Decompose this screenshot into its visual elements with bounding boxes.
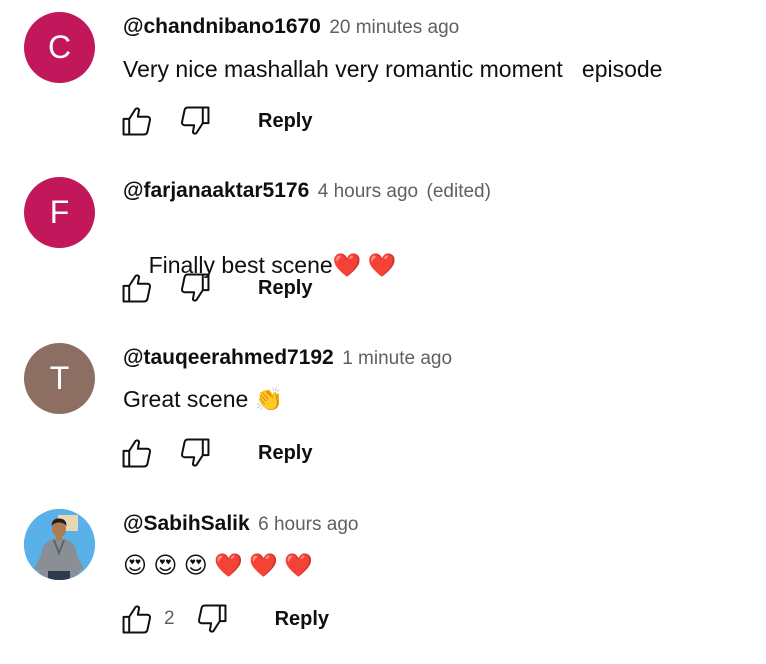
thumbs-down-icon xyxy=(181,438,210,467)
comment-author[interactable]: @tauqeerahmed7192 xyxy=(123,346,334,369)
like-count: 2 xyxy=(164,608,175,629)
avatar[interactable] xyxy=(24,509,95,580)
comment-time[interactable]: 1 minute ago xyxy=(342,348,452,369)
comment-actions: Reply xyxy=(120,103,312,139)
avatar[interactable]: T xyxy=(24,343,95,414)
reply-button[interactable]: Reply xyxy=(258,442,312,465)
comment-item: T @tauqeerahmed7192 1 minute ago Great s… xyxy=(0,332,766,498)
comment-header: @farjanaaktar5176 4 hours ago (edited) xyxy=(123,178,491,206)
comment-text: 😍 😍 😍 ❤️ ❤️ ❤️ xyxy=(123,552,313,578)
comment-author[interactable]: @SabihSalik xyxy=(123,512,250,535)
comment-actions: Reply xyxy=(120,270,312,306)
reply-button[interactable]: Reply xyxy=(258,110,312,133)
comment-item: @SabihSalik 6 hours ago 😍 😍 😍 ❤️ ❤️ ❤️ 2… xyxy=(0,498,766,664)
comment-text: Very nice mashallah very romantic moment… xyxy=(123,56,663,82)
thumbs-up-icon xyxy=(122,439,151,468)
comment-actions: Reply xyxy=(120,435,312,471)
dislike-button[interactable] xyxy=(178,436,212,470)
reply-button[interactable]: Reply xyxy=(258,277,312,300)
thumbs-down-icon xyxy=(181,273,210,302)
like-button[interactable] xyxy=(120,104,154,138)
dislike-button[interactable] xyxy=(178,271,212,305)
comment-time[interactable]: 6 hours ago xyxy=(258,514,358,535)
dislike-button[interactable] xyxy=(178,104,212,138)
avatar[interactable]: C xyxy=(24,12,95,83)
dislike-button[interactable] xyxy=(195,602,229,636)
thumbs-down-icon xyxy=(197,604,227,633)
like-button[interactable] xyxy=(120,602,154,636)
comment-time[interactable]: 4 hours ago xyxy=(318,181,418,202)
comment-author[interactable]: @chandnibano1670 xyxy=(123,15,321,38)
comment-author[interactable]: @farjanaaktar5176 xyxy=(123,179,309,202)
thumbs-up-icon xyxy=(122,274,151,303)
avatar-letter: C xyxy=(47,29,72,65)
reply-button[interactable]: Reply xyxy=(275,608,329,631)
comment-text: Great scene 👏 xyxy=(123,386,284,412)
thumbs-up-icon xyxy=(122,107,151,136)
comment-header: @SabihSalik 6 hours ago xyxy=(123,511,359,539)
like-button[interactable] xyxy=(120,271,154,305)
comment-time[interactable]: 20 minutes ago xyxy=(329,17,459,38)
avatar-letter: T xyxy=(49,360,70,396)
comment-header: @tauqeerahmed7192 1 minute ago xyxy=(123,345,452,373)
comment-item: F @farjanaaktar5176 4 hours ago (edited)… xyxy=(0,166,766,332)
thumbs-down-icon xyxy=(181,106,210,135)
avatar-letter: F xyxy=(49,194,70,230)
edited-label: (edited) xyxy=(426,181,491,202)
avatar[interactable]: F xyxy=(24,177,95,248)
thumbs-up-icon xyxy=(122,605,151,634)
profile-photo-icon xyxy=(24,509,95,580)
comment-actions: 2 Reply xyxy=(120,601,329,637)
like-button[interactable] xyxy=(120,436,154,470)
comment-header: @chandnibano1670 20 minutes ago xyxy=(123,14,459,42)
comment-item: C @chandnibano1670 20 minutes ago Very n… xyxy=(0,0,766,166)
